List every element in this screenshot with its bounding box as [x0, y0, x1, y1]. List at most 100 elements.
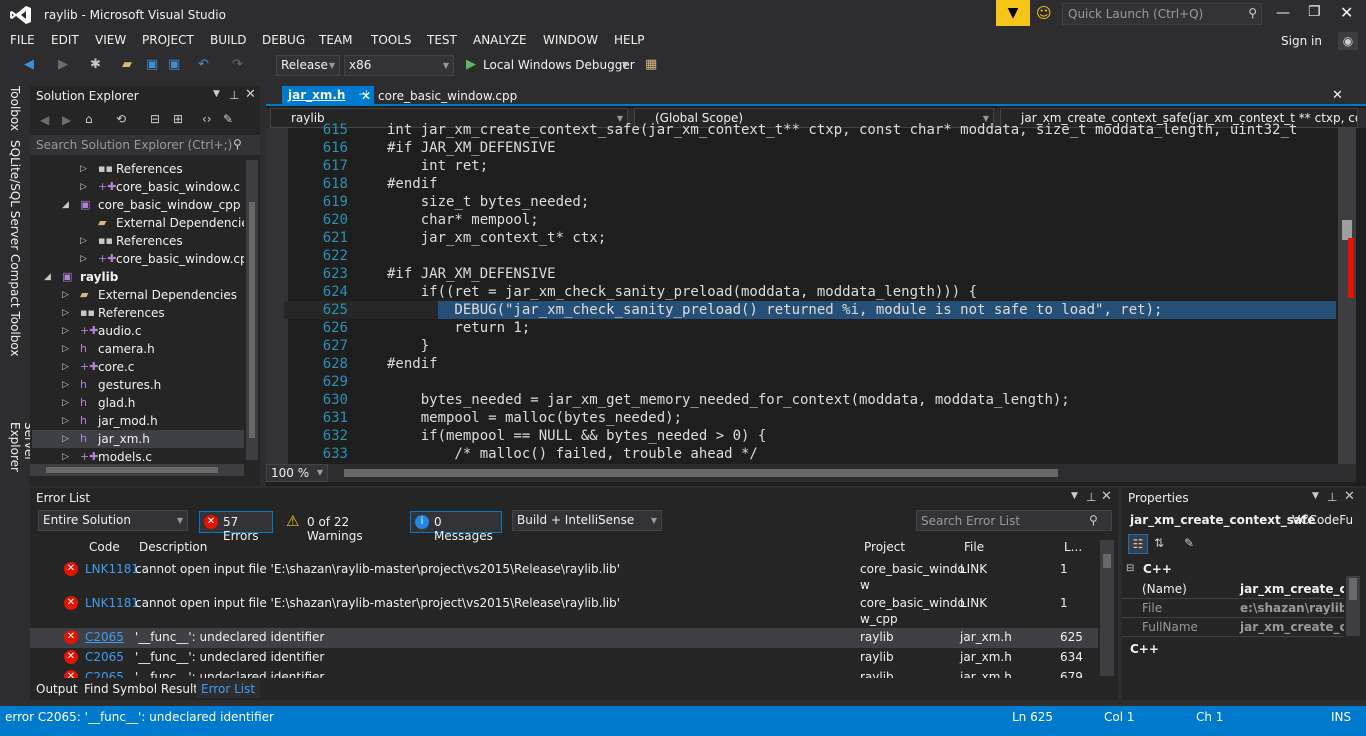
error-row[interactable]: ✕ LNK1181 cannot open input file 'E:\shaza…: [30, 560, 1098, 594]
new-project-icon[interactable]: ✱: [90, 56, 101, 74]
quick-launch-input[interactable]: Quick Launch (Ctrl+Q) ⚲: [1062, 3, 1262, 25]
menu-team[interactable]: TEAM: [319, 33, 352, 47]
forward-icon[interactable]: ▶: [62, 113, 71, 127]
back-icon[interactable]: ◀: [40, 113, 49, 127]
panel-dropdown-icon[interactable]: ▼: [213, 89, 220, 99]
error-row[interactable]: ✕ C2065 '__func__': undeclared identifier r…: [30, 628, 1098, 648]
code-line[interactable]: 632 if(mempool == NULL && bytes_needed >…: [284, 427, 1336, 445]
error-search-input[interactable]: Search Error List ⚲: [916, 510, 1112, 531]
close-window-button[interactable]: ✕: [1340, 3, 1353, 22]
sign-in-link[interactable]: Sign in: [1281, 34, 1322, 48]
start-debugger-button[interactable]: Local Windows Debugger: [483, 56, 635, 74]
code-line[interactable]: 615 int jar_xm_create_context_safe(jar_xm…: [284, 121, 1336, 139]
code-line[interactable]: 626 return 1;: [284, 319, 1336, 337]
expand-arrow-icon[interactable]: ▷: [80, 178, 87, 196]
tree-item[interactable]: ▷ h camera.h: [32, 340, 244, 358]
properties-wrench-icon[interactable]: ✎: [223, 112, 233, 126]
debugger-dropdown-icon[interactable]: ▼: [622, 56, 628, 74]
pin-icon[interactable]: ⊥: [1327, 490, 1337, 504]
category-collapse-icon[interactable]: ⊟: [1126, 563, 1134, 574]
open-file-icon[interactable]: ▰: [122, 56, 132, 74]
close-panel-icon[interactable]: ✕: [1344, 489, 1355, 504]
build-source-select[interactable]: Build + IntelliSense ▼: [512, 510, 662, 531]
menu-build[interactable]: BUILD: [210, 33, 246, 47]
code-line[interactable]: 621 jar_xm_context_t* ctx;: [284, 229, 1336, 247]
code-line[interactable]: 625 DEBUG("jar_xm_check_sanity_preload()…: [284, 301, 1336, 319]
code-area[interactable]: 615 int jar_xm_create_context_safe(jar_xm…: [284, 121, 1336, 465]
close-panel-icon[interactable]: ✕: [245, 87, 256, 102]
minimize-button[interactable]: —: [1276, 5, 1290, 21]
tab-find-symbol-results[interactable]: Find Symbol Results: [84, 682, 204, 696]
menu-view[interactable]: VIEW: [95, 33, 126, 47]
show-all-files-icon[interactable]: ⊞: [173, 112, 183, 126]
tree-item[interactable]: ▷ +✚ core_basic_window.c: [32, 178, 244, 196]
menu-project[interactable]: PROJECT: [142, 33, 194, 47]
navigate-back-icon[interactable]: ◀: [24, 56, 34, 74]
editor-hscroll-thumb[interactable]: [344, 469, 1058, 477]
home-icon[interactable]: ⌂: [85, 112, 93, 126]
tree-item[interactable]: ▷ h jar_xm.h: [32, 430, 244, 448]
error-code-link[interactable]: C2065: [85, 670, 124, 678]
properties-object-select[interactable]: jar_xm_create_context_safe VCCodeFu: [1122, 510, 1366, 530]
code-line[interactable]: 630 bytes_needed = jar_xm_get_memory_nee…: [284, 391, 1336, 409]
editor-vertical-scrollbar[interactable]: [1338, 128, 1356, 464]
error-scope-select[interactable]: Entire Solution ▼: [38, 510, 188, 531]
code-line[interactable]: 627 }: [284, 337, 1336, 355]
expand-arrow-icon[interactable]: ▷: [62, 358, 69, 376]
properties-scroll-thumb[interactable]: [1349, 578, 1357, 600]
code-line[interactable]: 628 #endif: [284, 355, 1336, 373]
solution-configuration-select[interactable]: Release ▼: [276, 55, 340, 76]
code-line[interactable]: 629: [284, 373, 1336, 391]
undo-icon[interactable]: ↶: [198, 56, 209, 74]
error-row[interactable]: ✕ C2065 '__func__': undeclared identifier r…: [30, 668, 1098, 678]
property-pages-icon[interactable]: ✎: [1184, 536, 1194, 550]
tree-item[interactable]: ▷ ▪▪ References: [32, 304, 244, 322]
tab-output[interactable]: Output: [36, 682, 78, 696]
menu-debug[interactable]: DEBUG: [262, 33, 305, 47]
sync-icon[interactable]: ⟲: [116, 112, 126, 126]
redo-icon[interactable]: ↷: [232, 56, 243, 74]
tree-item[interactable]: ▷ h jar_mod.h: [32, 412, 244, 430]
code-line[interactable]: 624 if((ret = jar_xm_check_sanity_preloa…: [284, 283, 1336, 301]
expand-arrow-icon[interactable]: ▷: [62, 322, 69, 340]
tree-item[interactable]: ▰ External Dependencies: [32, 214, 244, 232]
zoom-select[interactable]: 100 % ▼: [266, 464, 328, 482]
menu-test[interactable]: TEST: [427, 33, 457, 47]
menu-edit[interactable]: EDIT: [51, 33, 79, 47]
tree-item[interactable]: ▷ ▰ External Dependencies: [32, 286, 244, 304]
error-code-link[interactable]: LNK1181: [85, 562, 139, 576]
expand-arrow-icon[interactable]: ▷: [80, 250, 87, 268]
toolbox-tab[interactable]: Toolbox: [8, 86, 22, 131]
categorized-icon[interactable]: ☷: [1128, 534, 1148, 554]
expand-arrow-icon[interactable]: ▷: [62, 430, 69, 448]
property-row[interactable]: FullName jar_xm_create_cor: [1122, 618, 1344, 637]
tree-item[interactable]: ◢ ▣ raylib: [32, 268, 244, 286]
alphabetical-icon[interactable]: ⇅: [1154, 536, 1164, 550]
tree-item[interactable]: ◢ ▣ core_basic_window_cpp: [32, 196, 244, 214]
error-scroll-thumb[interactable]: [1103, 554, 1111, 568]
notification-flag-icon[interactable]: ▼: [996, 0, 1030, 26]
tree-item[interactable]: ▷ +✚ core.c: [32, 358, 244, 376]
code-line[interactable]: 622: [284, 247, 1336, 265]
collapse-all-icon[interactable]: ⊟: [150, 112, 160, 126]
expand-arrow-icon[interactable]: ▷: [62, 286, 69, 304]
save-all-icon[interactable]: ▣: [168, 56, 180, 74]
messages-filter-button[interactable]: i 0 Messages: [410, 511, 502, 543]
tree-item[interactable]: ▷ h gestures.h: [32, 376, 244, 394]
maximize-button[interactable]: ❐: [1308, 4, 1321, 20]
errors-filter-button[interactable]: ✕ 57 Errors: [199, 511, 273, 543]
column-line[interactable]: L...: [1064, 540, 1082, 554]
property-row[interactable]: (Name) jar_xm_create_cor: [1122, 580, 1344, 599]
expand-arrow-icon[interactable]: ▷: [62, 394, 69, 412]
feedback-smiley-icon[interactable]: ☺: [1036, 4, 1052, 22]
code-line[interactable]: 633 /* malloc() failed, trouble ahead */: [284, 445, 1336, 463]
tree-horizontal-scrollbar[interactable]: [30, 464, 244, 476]
expand-arrow-icon[interactable]: ◢: [44, 268, 51, 286]
tree-item[interactable]: ▷ h glad.h: [32, 394, 244, 412]
navigate-forward-icon[interactable]: ▶: [58, 56, 68, 74]
error-code-link[interactable]: LNK1181: [85, 596, 139, 610]
solution-search-input[interactable]: Search Solution Explorer (Ctrl+;) ⚲: [30, 135, 260, 155]
panel-dropdown-icon[interactable]: ▼: [1312, 491, 1319, 501]
menu-window[interactable]: WINDOW: [543, 33, 598, 47]
code-line[interactable]: 620 char* mempool;: [284, 211, 1336, 229]
